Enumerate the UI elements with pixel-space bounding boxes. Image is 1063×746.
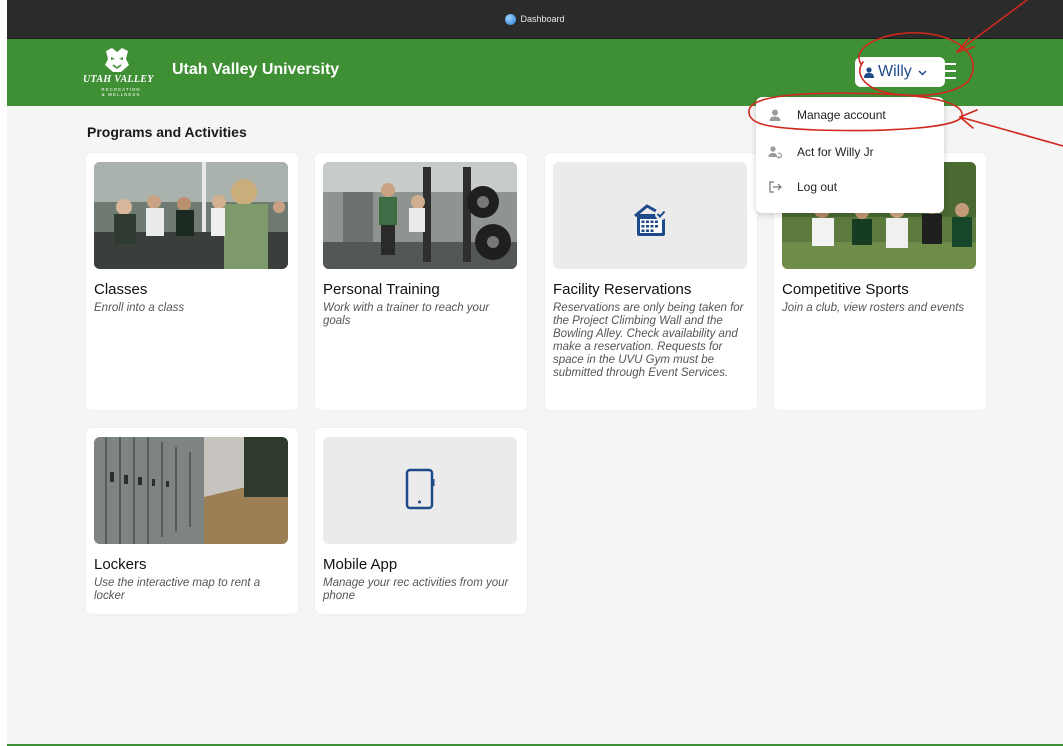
user-name: Willy [878, 63, 912, 80]
calendar-check-icon [553, 162, 747, 269]
personal-training-photo [323, 162, 517, 269]
logo-subtitle: RECREATION & WELLNESS [101, 87, 141, 97]
card-mobile-app[interactable]: Mobile App Manage your rec activities fr… [315, 428, 527, 614]
wolverine-mascot-icon [105, 48, 129, 72]
card-title: Lockers [94, 556, 147, 573]
user-menu-button[interactable]: Willy [855, 57, 945, 87]
browser-window: Dashboard UTAH VALLEY RECREATION & WELLN… [7, 0, 1063, 746]
chevron-down-icon [918, 69, 927, 76]
window-titlebar: Dashboard [7, 0, 1063, 39]
app-header: UTAH VALLEY RECREATION & WELLNESS Utah V… [7, 39, 1063, 106]
card-description: Enroll into a class [94, 302, 185, 314]
hamburger-menu-icon[interactable] [936, 63, 956, 81]
menu-item-act-for[interactable]: Act for Willy Jr [756, 137, 944, 167]
card-description: Manage your rec activities from your pho… [323, 577, 509, 602]
window-title: Dashboard [520, 14, 565, 24]
card-title: Personal Training [323, 281, 440, 298]
menu-item-label: Manage account [797, 108, 886, 122]
page-section-title: Programs and Activities [87, 124, 247, 140]
lockers-photo [94, 437, 288, 544]
card-personal-training[interactable]: Personal Training Work with a trainer to… [315, 153, 527, 410]
card-description: Work with a trainer to reach your goals [323, 302, 490, 327]
site-brand-title[interactable]: Utah Valley University [172, 61, 339, 79]
card-title: Mobile App [323, 556, 398, 573]
menu-item-manage-account[interactable]: Manage account [756, 100, 944, 130]
logo-wordmark: UTAH VALLEY [83, 74, 154, 85]
menu-item-label: Log out [797, 180, 838, 194]
user-dropdown-menu: Manage account Act for Willy Jr Log out [756, 97, 944, 213]
globe-icon [505, 13, 517, 25]
menu-item-label: Act for Willy Jr [797, 145, 874, 159]
person-icon [864, 66, 874, 78]
logout-icon [769, 181, 782, 193]
card-facility-reservations[interactable]: Facility Reservations Reservations are o… [545, 153, 757, 410]
proxy-user-icon [768, 146, 782, 159]
card-classes[interactable]: Classes Enroll into a class [86, 153, 298, 410]
card-description: Reservations are only being taken for th… [553, 302, 744, 379]
card-description: Join a club, view rosters and events [782, 302, 965, 314]
card-title: Competitive Sports [782, 281, 909, 298]
card-title: Facility Reservations [553, 281, 692, 298]
classes-photo [94, 162, 288, 269]
card-lockers[interactable]: Lockers Use the interactive map to rent … [86, 428, 298, 614]
menu-item-log-out[interactable]: Log out [756, 172, 944, 202]
facility-reservations-thumbnail [553, 162, 747, 269]
person-icon [769, 109, 781, 121]
mobile-app-thumbnail [323, 437, 517, 544]
uvu-logo[interactable]: UTAH VALLEY RECREATION & WELLNESS [81, 47, 157, 99]
card-title: Classes [94, 281, 148, 298]
mobile-phone-icon [323, 437, 517, 544]
arrow-to-manage-account [959, 116, 1063, 147]
card-description: Use the interactive map to rent a locker [94, 577, 261, 602]
